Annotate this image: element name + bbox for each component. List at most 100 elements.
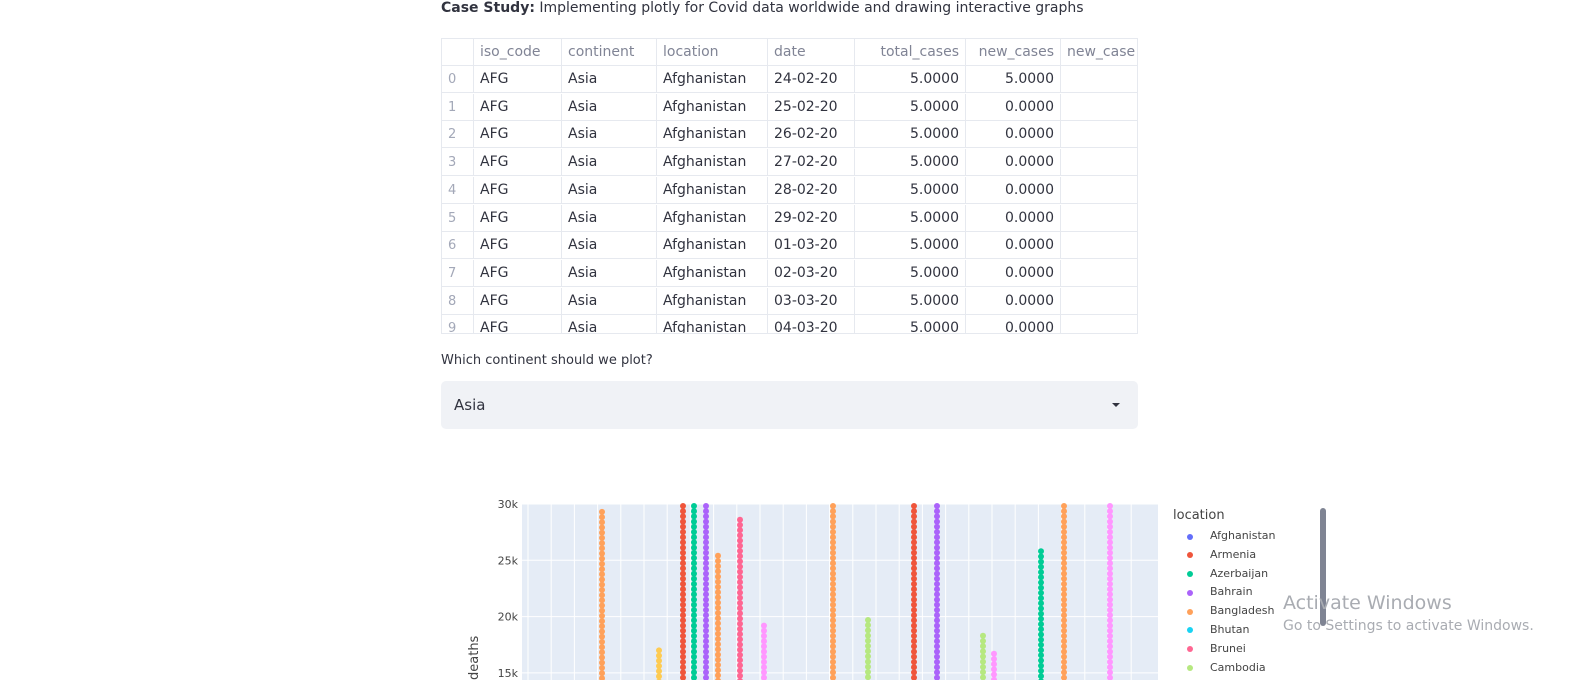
data-point	[830, 633, 836, 639]
data-point	[599, 514, 605, 521]
data-point	[599, 581, 605, 588]
data-point	[715, 651, 721, 658]
legend-item[interactable]: Brunei	[1173, 640, 1275, 659]
data-point	[703, 643, 709, 650]
column-header[interactable]: continent	[562, 39, 657, 66]
legend-item[interactable]: Bahrain	[1173, 583, 1275, 602]
data-point	[715, 568, 721, 575]
data-point	[680, 508, 686, 515]
dataframe-table[interactable]: iso_code continent location date total_cases…	[441, 38, 1138, 334]
legend-item[interactable]: Bhutan	[1173, 621, 1275, 640]
data-point	[1107, 534, 1113, 541]
table-cell: AFG	[474, 287, 562, 315]
column-header[interactable]: location	[657, 39, 768, 66]
data-point	[761, 633, 767, 640]
data-point	[691, 581, 697, 587]
data-point	[911, 523, 917, 530]
data-point	[715, 620, 721, 627]
data-point	[691, 560, 697, 567]
legend-item[interactable]: Cambodia	[1173, 659, 1275, 678]
column-header[interactable]: iso_code	[474, 39, 562, 66]
data-point	[599, 571, 605, 578]
data-point	[934, 622, 940, 629]
data-point	[737, 646, 743, 653]
table-row: 4 AFG Asia Afghanistan 28-02-20 5.0000 0.0000	[442, 176, 1137, 204]
legend-item[interactable]: Azerbaijan	[1173, 565, 1275, 584]
data-point	[911, 648, 917, 655]
data-point	[761, 653, 767, 660]
scatter-column	[980, 632, 986, 680]
data-point	[830, 617, 836, 624]
column-header[interactable]: new_case	[1061, 39, 1137, 66]
data-point	[934, 575, 940, 582]
data-point	[737, 610, 743, 617]
row-index: 8	[442, 287, 474, 315]
data-point	[934, 591, 940, 598]
data-point	[830, 534, 836, 541]
data-point	[830, 529, 836, 535]
watermark-subtitle: Go to Settings to activate Windows.	[1283, 618, 1534, 634]
table-cell: 5.0000	[855, 93, 966, 121]
data-point	[703, 669, 709, 676]
data-point	[715, 635, 721, 642]
data-point	[911, 627, 917, 634]
data-point	[599, 550, 605, 557]
data-point	[680, 518, 686, 525]
data-point	[980, 637, 986, 644]
data-point	[599, 623, 605, 630]
table-cell: Afghanistan	[657, 149, 768, 177]
data-point	[1107, 633, 1113, 639]
legend-marker-icon	[1187, 589, 1193, 596]
data-point	[911, 503, 917, 509]
data-point	[703, 518, 709, 525]
table-cell: AFG	[474, 204, 562, 232]
data-point	[1107, 617, 1113, 624]
data-point	[911, 575, 917, 582]
legend-item[interactable]: Bangladesh	[1173, 602, 1275, 621]
data-point	[680, 555, 686, 561]
table-cell: AFG	[474, 259, 562, 287]
deaths-scatter-chart[interactable]: 15k 20k 25k 30k deaths	[460, 490, 1160, 680]
data-point	[865, 637, 871, 644]
continent-select[interactable]: Asia	[441, 381, 1138, 429]
data-point	[737, 667, 743, 674]
column-header[interactable]: total_cases	[855, 39, 966, 66]
data-point	[1061, 570, 1067, 577]
column-header[interactable]: date	[768, 39, 855, 66]
data-point	[911, 565, 917, 572]
data-point	[911, 596, 917, 603]
data-point	[991, 671, 997, 678]
legend-item[interactable]: Armenia	[1173, 546, 1275, 565]
data-point	[934, 518, 940, 525]
data-point	[934, 643, 940, 650]
data-point	[934, 581, 940, 587]
table-cell	[1061, 205, 1137, 232]
data-point	[691, 601, 697, 608]
legend-item[interactable]: Afghanistan	[1173, 527, 1275, 546]
data-point	[1038, 589, 1044, 596]
data-point	[934, 539, 940, 546]
data-point	[1107, 653, 1113, 660]
data-point	[691, 638, 697, 645]
data-point	[934, 669, 940, 676]
data-point	[703, 627, 709, 634]
data-point	[1038, 574, 1044, 581]
data-point	[911, 659, 917, 665]
column-header[interactable]: new_cases	[966, 39, 1061, 66]
data-point	[1107, 581, 1113, 587]
data-point	[715, 557, 721, 564]
column-header[interactable]	[442, 39, 474, 66]
data-point	[703, 575, 709, 582]
data-point	[715, 552, 721, 559]
data-point	[703, 539, 709, 546]
data-point	[703, 659, 709, 665]
data-point	[680, 617, 686, 624]
data-point	[830, 659, 836, 665]
data-point	[691, 664, 697, 671]
data-point	[830, 612, 836, 619]
data-point	[1107, 544, 1113, 551]
y-tick-label: 20k	[498, 611, 519, 624]
data-point	[703, 612, 709, 619]
data-point	[737, 615, 743, 622]
data-point	[1107, 586, 1113, 593]
